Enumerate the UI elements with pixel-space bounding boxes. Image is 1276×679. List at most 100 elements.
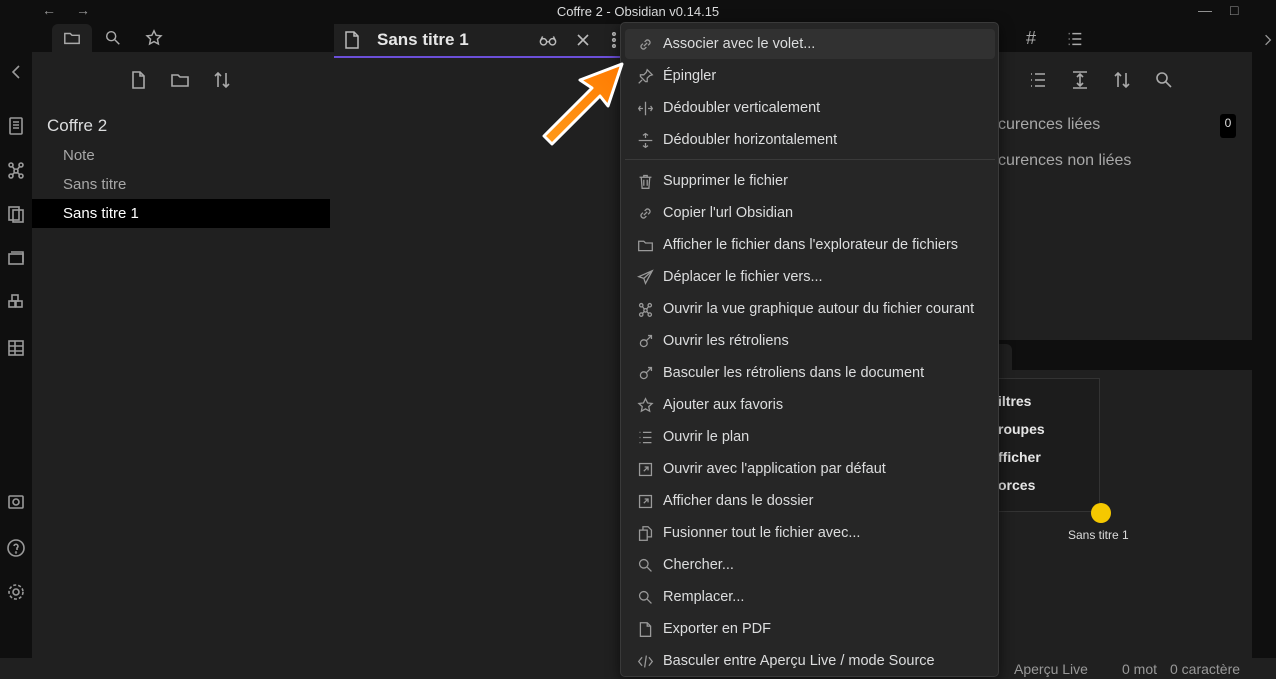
pin-icon bbox=[637, 68, 655, 86]
vault-switch-icon[interactable] bbox=[6, 492, 26, 512]
table-icon[interactable] bbox=[6, 338, 26, 358]
star-icon bbox=[145, 29, 163, 46]
collapse-right-icon[interactable] bbox=[1260, 32, 1276, 53]
menu-item-add-favorite[interactable]: Ajouter aux favoris bbox=[625, 390, 995, 420]
annotation-arrow-icon bbox=[542, 62, 624, 146]
backlinks-icon bbox=[637, 333, 655, 351]
quick-switcher-icon[interactable] bbox=[6, 116, 26, 136]
menu-item-delete-file[interactable]: Supprimer le fichier bbox=[625, 166, 995, 196]
external-icon bbox=[637, 461, 655, 479]
templates-icon[interactable] bbox=[6, 248, 26, 268]
backlinks-panel: curences liées 0 curences non liées bbox=[998, 52, 1252, 340]
editor-tab-header: Sans titre 1 bbox=[334, 24, 626, 58]
split-horizontal-icon bbox=[637, 132, 655, 150]
tab-tags[interactable]: # bbox=[1026, 28, 1036, 49]
collapse-left-icon[interactable] bbox=[6, 62, 26, 82]
minimize-button[interactable]: — bbox=[1198, 2, 1212, 18]
tab-local-graph[interactable] bbox=[998, 344, 1012, 370]
menu-item-open-backlinks[interactable]: Ouvrir les rétroliens bbox=[625, 326, 995, 356]
menu-item-show-in-folder[interactable]: Afficher dans le dossier bbox=[625, 486, 995, 516]
vault-name[interactable]: Coffre 2 bbox=[47, 116, 107, 136]
file-item-sans-titre[interactable]: Sans titre bbox=[32, 170, 330, 199]
maximize-button[interactable]: □ bbox=[1230, 2, 1238, 18]
menu-item-open-outline[interactable]: Ouvrir le plan bbox=[625, 422, 995, 452]
file-explorer: Coffre 2 Note Sans titre Sans titre 1 bbox=[32, 52, 334, 658]
menu-item-search[interactable]: Chercher... bbox=[625, 550, 995, 580]
star-icon bbox=[637, 397, 655, 415]
graph-node-label: Sans titre 1 bbox=[1068, 528, 1129, 542]
folder-icon bbox=[637, 237, 655, 255]
right-sidebar-tabs: # bbox=[998, 24, 1272, 53]
file-item-sans-titre-1[interactable]: Sans titre 1 bbox=[32, 199, 330, 228]
plugins-icon[interactable] bbox=[6, 292, 26, 312]
tab-search[interactable] bbox=[93, 24, 133, 52]
settings-gear-icon[interactable] bbox=[6, 582, 26, 602]
menu-item-open-graph[interactable]: Ouvrir la vue graphique autour du fichie… bbox=[625, 294, 995, 324]
file-item-note[interactable]: Note bbox=[32, 141, 330, 170]
word-count: 0 mot bbox=[1122, 661, 1158, 677]
list-icon bbox=[637, 429, 655, 447]
search-icon bbox=[637, 589, 655, 607]
folder-icon bbox=[64, 32, 80, 45]
menu-item-move-file[interactable]: Déplacer le fichier vers... bbox=[625, 262, 995, 292]
menu-item-replace[interactable]: Remplacer... bbox=[625, 582, 995, 612]
merge-icon bbox=[637, 525, 655, 543]
menu-item-show-in-explorer[interactable]: Afficher le fichier dans l'explorateur d… bbox=[625, 230, 995, 260]
unlinked-mentions-label[interactable]: curences non liées bbox=[998, 152, 1131, 170]
graph-options-box: iltres roupes fficher orces bbox=[998, 378, 1100, 512]
graph-node[interactable] bbox=[1091, 503, 1111, 523]
menu-item-toggle-backlinks[interactable]: Basculer les rétroliens dans le document bbox=[625, 358, 995, 388]
search-icon bbox=[105, 30, 120, 45]
graph-option-filters[interactable]: iltres bbox=[998, 393, 1031, 409]
send-icon bbox=[636, 269, 655, 287]
graph-option-groups[interactable]: roupes bbox=[998, 421, 1045, 437]
sort-icon[interactable] bbox=[1112, 70, 1132, 95]
tab-outline[interactable] bbox=[1066, 30, 1084, 53]
menu-separator bbox=[625, 159, 995, 160]
document-icon bbox=[344, 31, 360, 54]
split-vertical-icon bbox=[637, 100, 655, 118]
tab-starred[interactable] bbox=[134, 24, 174, 52]
local-graph-panel: iltres roupes fficher orces Sans titre 1 bbox=[998, 370, 1252, 658]
new-note-icon[interactable] bbox=[128, 70, 148, 95]
menu-item-open-default-app[interactable]: Ouvrir avec l'application par défaut bbox=[625, 454, 995, 484]
tab-file-explorer[interactable] bbox=[52, 24, 92, 52]
list-icon[interactable] bbox=[1028, 70, 1048, 95]
external-icon bbox=[637, 493, 655, 511]
close-icon[interactable] bbox=[574, 32, 592, 53]
left-ribbon bbox=[0, 24, 32, 679]
context-menu: Associer avec le volet... Épingler Dédou… bbox=[620, 22, 999, 677]
link-icon bbox=[637, 205, 655, 223]
menu-item-toggle-source-mode[interactable]: Basculer entre Aperçu Live / mode Source bbox=[625, 646, 995, 676]
new-folder-icon[interactable] bbox=[170, 70, 190, 95]
char-count: 0 caractère bbox=[1170, 661, 1241, 677]
search-icon[interactable] bbox=[1154, 70, 1174, 95]
menu-item-split-vertical[interactable]: Dédoubler verticalement bbox=[625, 93, 995, 123]
left-sidebar-tabs bbox=[32, 24, 334, 52]
graph-view-icon[interactable] bbox=[6, 160, 26, 180]
menu-item-link-pane[interactable]: Associer avec le volet... bbox=[625, 29, 995, 59]
link-icon bbox=[637, 36, 655, 54]
menu-item-merge-file[interactable]: Fusionner tout le fichier avec... bbox=[625, 518, 995, 548]
menu-item-copy-url[interactable]: Copier l'url Obsidian bbox=[625, 198, 995, 228]
editor-mode-status[interactable]: Aperçu Live bbox=[1014, 661, 1088, 677]
sort-icon[interactable] bbox=[212, 70, 232, 95]
graph-tab-header bbox=[998, 340, 1258, 370]
editor-title[interactable]: Sans titre 1 bbox=[377, 30, 469, 50]
graph-option-forces[interactable]: orces bbox=[998, 477, 1035, 493]
editor-tab[interactable]: Sans titre 1 bbox=[334, 24, 626, 58]
help-icon[interactable] bbox=[6, 538, 26, 558]
menu-item-split-horizontal[interactable]: Dédoubler horizontalement bbox=[625, 125, 995, 155]
expand-icon[interactable] bbox=[1070, 70, 1090, 95]
search-icon bbox=[637, 557, 655, 575]
file-icon bbox=[637, 621, 655, 639]
title-bar: ← → Coffre 2 - Obsidian v0.14.15 — □ bbox=[0, 0, 1276, 24]
graph-option-display[interactable]: fficher bbox=[998, 449, 1041, 465]
linked-mentions-label[interactable]: curences liées bbox=[998, 116, 1100, 134]
backlinks-icon bbox=[637, 365, 655, 383]
trash-icon bbox=[637, 173, 655, 191]
menu-item-export-pdf[interactable]: Exporter en PDF bbox=[625, 614, 995, 644]
menu-item-pin[interactable]: Épingler bbox=[625, 61, 995, 91]
daily-note-icon[interactable] bbox=[6, 204, 26, 224]
reading-view-icon[interactable] bbox=[539, 32, 557, 53]
